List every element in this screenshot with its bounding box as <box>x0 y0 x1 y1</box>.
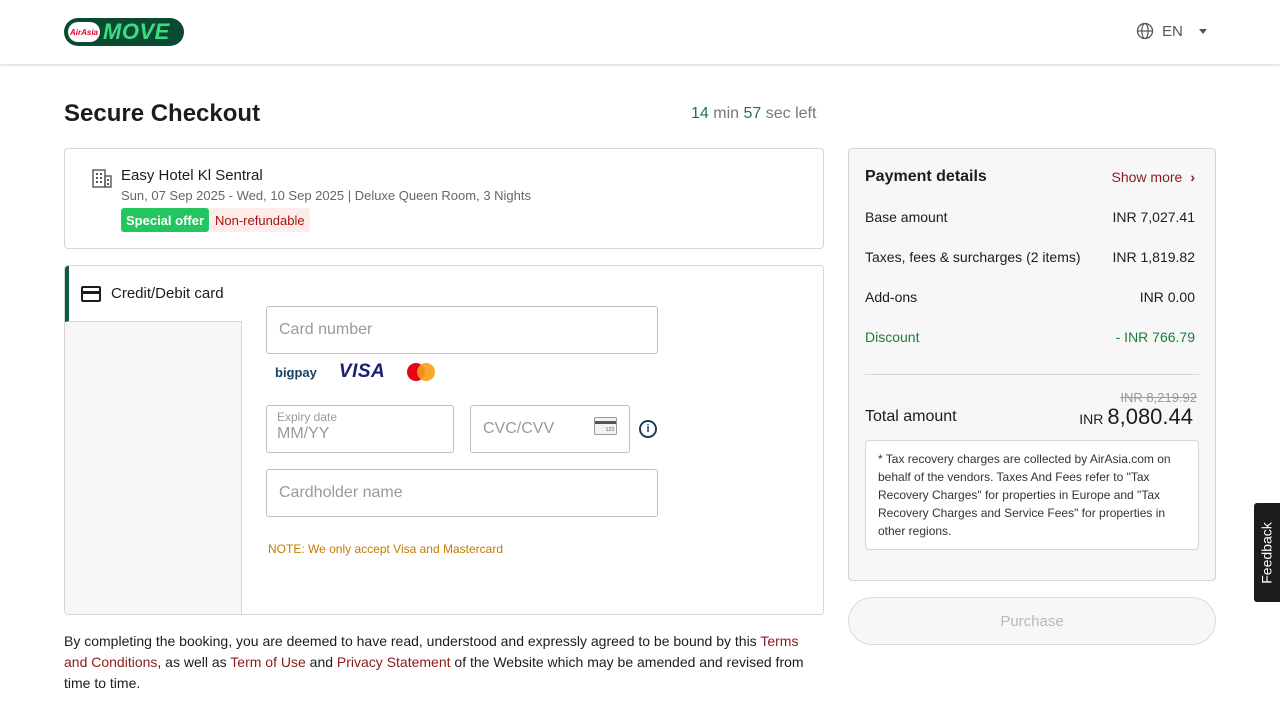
timer-min-label: min <box>713 105 740 122</box>
total-value: 8,080.44 <box>1107 404 1193 429</box>
credit-card-icon <box>81 285 101 302</box>
top-header: AirAsia MOVE EN <box>0 0 1280 64</box>
globe-icon <box>1136 22 1154 40</box>
payment-tabs: Credit/Debit card <box>65 266 242 614</box>
feedback-label: Feedback <box>1259 521 1276 584</box>
info-icon[interactable]: i <box>639 420 657 438</box>
airasia-move-logo[interactable]: AirAsia MOVE <box>64 18 184 46</box>
card-number-input[interactable] <box>279 321 645 339</box>
mastercard-logo <box>407 363 436 381</box>
show-more-label: Show more <box>1111 169 1183 185</box>
hotel-summary-card: Easy Hotel Kl Sentral Sun, 07 Sep 2025 -… <box>64 148 824 249</box>
move-logo-word: MOVE <box>103 19 170 44</box>
row-label: Add-ons <box>865 289 918 305</box>
total-amount-label: Total amount <box>865 408 957 425</box>
term-of-use-link[interactable]: Term of Use <box>230 654 305 670</box>
card-number-field[interactable] <box>266 306 658 354</box>
timer-sec-label: sec left <box>765 105 817 122</box>
cvc-input[interactable] <box>483 420 593 438</box>
cardholder-name-input[interactable] <box>279 484 645 502</box>
show-more-button[interactable]: Show more › <box>1112 169 1195 185</box>
row-value: INR 7,027.41 <box>1112 209 1196 225</box>
feedback-tab[interactable]: Feedback <box>1254 503 1280 602</box>
accepted-cards-note: NOTE: We only accept Visa and Mastercard <box>268 542 503 556</box>
purchase-button[interactable]: Purchase <box>848 597 1216 645</box>
building-icon <box>92 169 112 188</box>
legal-part-1: By completing the booking, you are deeme… <box>64 633 761 649</box>
timer-minutes: 14 <box>691 105 709 122</box>
legal-part-2: , as well as <box>157 654 231 670</box>
row-label: Base amount <box>865 209 948 225</box>
airasia-logo-badge: AirAsia <box>68 22 100 42</box>
base-amount-row: Base amount INR 7,027.41 <box>865 209 1195 225</box>
visa-logo: VISA <box>338 361 386 382</box>
privacy-link[interactable]: Privacy Statement <box>337 654 451 670</box>
countdown-timer: 14 min 57 sec left <box>691 105 816 123</box>
cvc-card-text: 123 <box>605 427 614 433</box>
hotel-name: Easy Hotel Kl Sentral <box>121 167 263 184</box>
tax-note: * Tax recovery charges are collected by … <box>865 440 1199 550</box>
legal-text: By completing the booking, you are deeme… <box>64 631 824 694</box>
bigpay-logo: bigpay <box>275 364 317 380</box>
row-value: - INR 766.79 <box>1115 329 1195 345</box>
language-selector[interactable]: EN <box>1136 21 1207 41</box>
total-currency: INR <box>1079 411 1104 427</box>
discount-row: Discount - INR 766.79 <box>865 329 1195 345</box>
timer-seconds: 57 <box>743 105 762 122</box>
page-title: Secure Checkout <box>64 100 261 127</box>
expiry-date-field[interactable]: Expiry date <box>266 405 454 453</box>
payment-details-panel: Payment details Show more › Base amount … <box>848 148 1216 581</box>
stay-details: Sun, 07 Sep 2025 - Wed, 10 Sep 2025 | De… <box>121 188 532 203</box>
special-offer-badge: Special offer <box>121 208 210 232</box>
expiry-date-input[interactable] <box>277 425 443 443</box>
divider <box>865 374 1199 375</box>
chevron-down-icon <box>1198 28 1207 34</box>
addons-row: Add-ons INR 0.00 <box>865 289 1195 305</box>
payment-method-panel: Credit/Debit card bigpay VISA Expiry dat… <box>64 265 824 615</box>
cvc-card-icon: 123 <box>594 417 617 435</box>
row-value: INR 0.00 <box>1139 289 1195 305</box>
taxes-row: Taxes, fees & surcharges (2 items) INR 1… <box>865 249 1195 265</box>
total-amount: INR 8,080.44 <box>1079 404 1193 430</box>
chevron-right-icon: › <box>1190 169 1195 185</box>
cardholder-name-field[interactable] <box>266 469 658 517</box>
tab-credit-debit-card[interactable]: Credit/Debit card <box>65 266 242 322</box>
row-label: Discount <box>865 329 920 345</box>
non-refundable-badge: Non-refundable <box>210 208 310 232</box>
payment-details-title: Payment details <box>865 168 987 185</box>
row-value: INR 1,819.82 <box>1112 249 1196 265</box>
accepted-card-brands: bigpay VISA <box>275 361 436 382</box>
tab-label: Credit/Debit card <box>111 285 224 302</box>
language-label: EN <box>1162 22 1183 40</box>
expiry-date-label: Expiry date <box>277 410 338 424</box>
cvc-field[interactable]: 123 <box>470 405 630 453</box>
original-total: INR 8,219.92 <box>1120 390 1197 405</box>
legal-part-3: and <box>305 654 337 670</box>
row-label: Taxes, fees & surcharges (2 items) <box>865 249 1081 265</box>
